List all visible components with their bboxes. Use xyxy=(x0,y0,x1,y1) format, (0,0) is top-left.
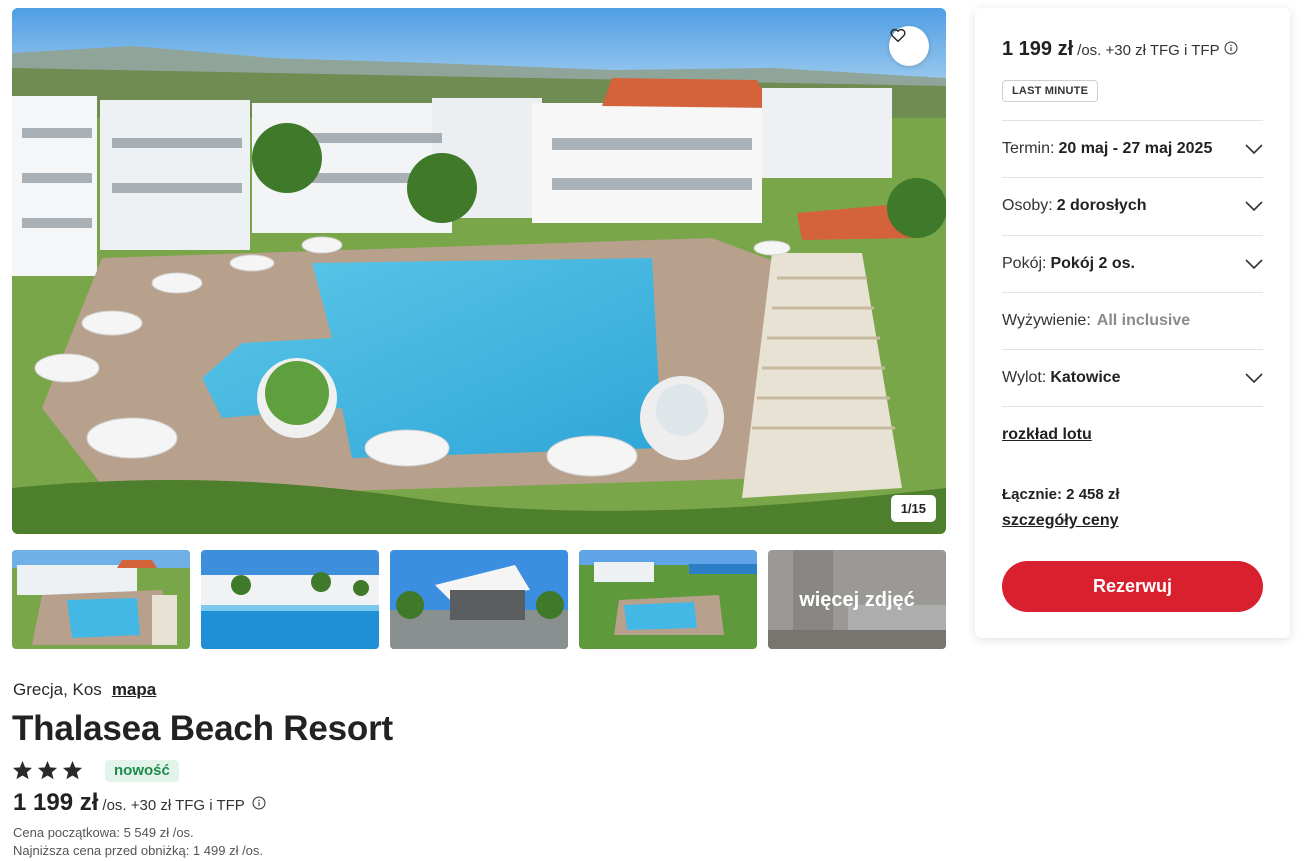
card-price-suffix: /os. +30 zł TFG i TFP xyxy=(1077,42,1220,59)
main-photo[interactable]: 1/15 xyxy=(12,8,946,534)
thumbnail-1[interactable] xyxy=(12,550,190,649)
room-label: Pokój: xyxy=(1002,255,1047,272)
star-icon xyxy=(37,760,58,780)
room-selector[interactable]: Pokój: Pokój 2 os. xyxy=(1002,235,1263,292)
chevron-down-icon xyxy=(1245,373,1263,383)
departure-label: Wylot: xyxy=(1002,369,1047,386)
term-selector[interactable]: Termin: 20 maj - 27 maj 2025 xyxy=(1002,120,1263,177)
more-photos-thumbnail[interactable]: więcej zdjęć xyxy=(768,550,946,649)
new-badge: nowość xyxy=(105,760,179,782)
divider xyxy=(1002,406,1263,407)
star-rating xyxy=(12,760,83,780)
info-icon xyxy=(252,796,266,810)
pool-view-thumbnail xyxy=(201,550,379,649)
persons-value: 2 dorosłych xyxy=(1056,197,1147,214)
price-details-link[interactable]: szczegóły ceny xyxy=(1002,512,1119,530)
last-minute-badge: LAST MINUTE xyxy=(1002,80,1099,102)
persons-selector[interactable]: Osoby: 2 dorosłych xyxy=(1002,177,1263,234)
price-info-button[interactable] xyxy=(252,796,266,810)
hotel-name: Thalasea Beach Resort xyxy=(12,709,393,748)
resort-pool-photo xyxy=(12,8,946,534)
thumbnail-2[interactable] xyxy=(201,550,379,649)
chevron-down-icon xyxy=(1245,259,1263,269)
star-icon xyxy=(12,760,33,780)
price-suffix: /os. +30 zł TFG i TFP xyxy=(102,797,245,814)
board-label: Wyżywienie: xyxy=(1002,312,1091,329)
price-value: 1 199 zł xyxy=(13,789,99,816)
favorite-button[interactable] xyxy=(889,26,929,66)
departure-selector[interactable]: Wylot: Katowice xyxy=(1002,349,1263,406)
board-value: All inclusive xyxy=(1096,312,1191,329)
board-info: Wyżywienie: All inclusive xyxy=(1002,292,1263,349)
thumbnail-3[interactable] xyxy=(390,550,568,649)
term-value: 20 maj - 27 maj 2025 xyxy=(1058,140,1213,157)
term-label: Termin: xyxy=(1002,140,1055,157)
location: Grecja, Kos mapa xyxy=(13,680,156,700)
card-price-value: 1 199 zł xyxy=(1002,38,1074,60)
chevron-down-icon xyxy=(1245,144,1263,154)
more-photos-label: więcej zdjęć xyxy=(768,550,946,649)
garden-pool-thumbnail xyxy=(579,550,757,649)
departure-value: Katowice xyxy=(1050,369,1121,386)
persons-label: Osoby: xyxy=(1002,197,1053,214)
initial-price-note: Cena początkowa: 5 549 zł /os. xyxy=(13,825,194,840)
room-value: Pokój 2 os. xyxy=(1050,255,1135,272)
heart-icon xyxy=(890,28,906,43)
location-text: Grecja, Kos xyxy=(13,680,102,699)
total-price: Łącznie: 2 458 zł xyxy=(1002,486,1120,503)
lowest-price-note: Najniższa cena przed obniżką: 1 499 zł /… xyxy=(13,843,264,858)
star-icon xyxy=(62,760,83,780)
photo-counter: 1/15 xyxy=(890,495,936,522)
card-price-info-button[interactable] xyxy=(1224,41,1238,55)
book-button[interactable]: Rezerwuj xyxy=(1002,561,1263,612)
info-icon xyxy=(1224,41,1238,55)
booking-card: 1 199 zł /os. +30 zł TFG i TFP LAST MINU… xyxy=(975,8,1290,638)
thumbnail-strip: więcej zdjęć xyxy=(12,550,946,649)
pool-aerial-thumbnail xyxy=(12,550,190,649)
hotel-price: 1 199 zł /os. +30 zł TFG i TFP xyxy=(13,789,266,817)
thumbnail-4[interactable] xyxy=(579,550,757,649)
chevron-down-icon xyxy=(1245,201,1263,211)
card-price: 1 199 zł /os. +30 zł TFG i TFP xyxy=(1002,38,1238,61)
main-building-thumbnail xyxy=(390,550,568,649)
map-link[interactable]: mapa xyxy=(112,680,156,699)
flight-schedule-link[interactable]: rozkład lotu xyxy=(1002,426,1092,444)
